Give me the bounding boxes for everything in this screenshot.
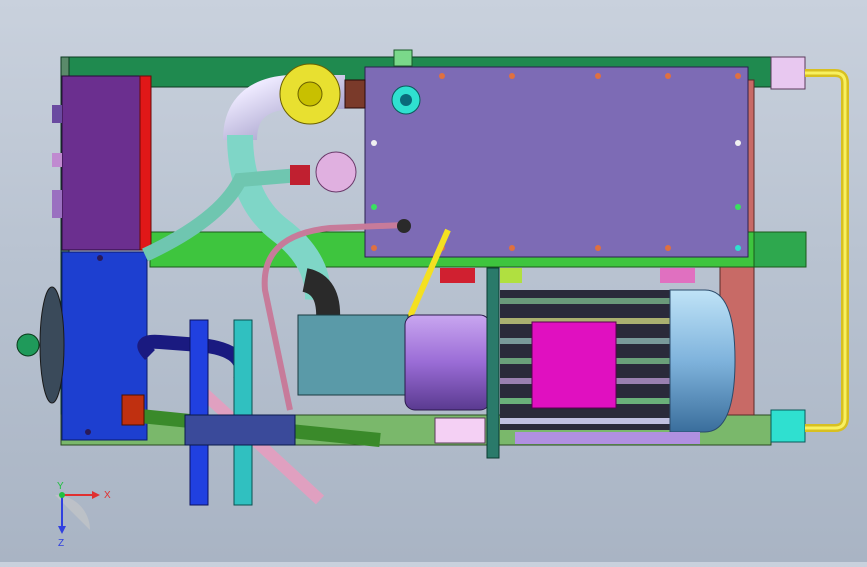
- cad-viewport[interactable]: X Y Z: [0, 0, 867, 562]
- bolt: [85, 429, 91, 435]
- valve-manifold: [184, 414, 296, 446]
- mount-red: [440, 268, 475, 283]
- pump-elbow: [301, 268, 341, 321]
- valve-stack-a: [189, 319, 209, 506]
- axis-triad: X Y Z: [55, 481, 111, 549]
- pump-bell-housing: [404, 314, 491, 411]
- motor-foot: [515, 432, 700, 444]
- motor-terminal-box: [531, 321, 617, 409]
- motor-fan-cover: [669, 289, 736, 433]
- cooler-fan: [39, 286, 65, 404]
- top-tab: [393, 49, 413, 67]
- port: [397, 219, 411, 233]
- tank-plate: [364, 66, 749, 258]
- drain-pipe: [805, 69, 849, 432]
- control-block: [61, 75, 143, 251]
- z-arrow-head: [58, 526, 66, 534]
- x-arrow-head: [92, 491, 100, 499]
- x-axis-label: X: [104, 490, 111, 501]
- y-axis-label: Y: [57, 481, 64, 492]
- upper-port: [770, 56, 806, 90]
- y-axis-dot: [59, 492, 65, 498]
- elbow-flange: [344, 79, 366, 109]
- hydraulic-unit-model[interactable]: X Y Z: [0, 0, 867, 562]
- block-tab: [52, 190, 62, 218]
- gear-pump: [297, 314, 409, 396]
- lower-port: [770, 409, 806, 443]
- frame-cross-member-end: [753, 231, 807, 268]
- fan-hub: [16, 333, 40, 357]
- drain-pipe-highlight: [805, 71, 847, 430]
- control-block-side: [139, 75, 152, 251]
- valve-fitting: [315, 151, 357, 193]
- filter-center: [297, 81, 323, 107]
- filler-cap-center: [400, 94, 412, 106]
- valve-stack-b: [233, 319, 253, 506]
- triad-shade: [55, 495, 90, 530]
- cooler-fitting: [121, 394, 145, 426]
- hose-fitting: [290, 165, 310, 185]
- base-pad: [434, 417, 486, 444]
- mount-green: [500, 268, 522, 283]
- motor-flange: [486, 267, 500, 459]
- bolt: [97, 255, 103, 261]
- mount-pink: [660, 268, 695, 283]
- block-tab: [52, 105, 62, 123]
- z-axis-label: Z: [58, 538, 64, 549]
- block-tab: [52, 153, 62, 167]
